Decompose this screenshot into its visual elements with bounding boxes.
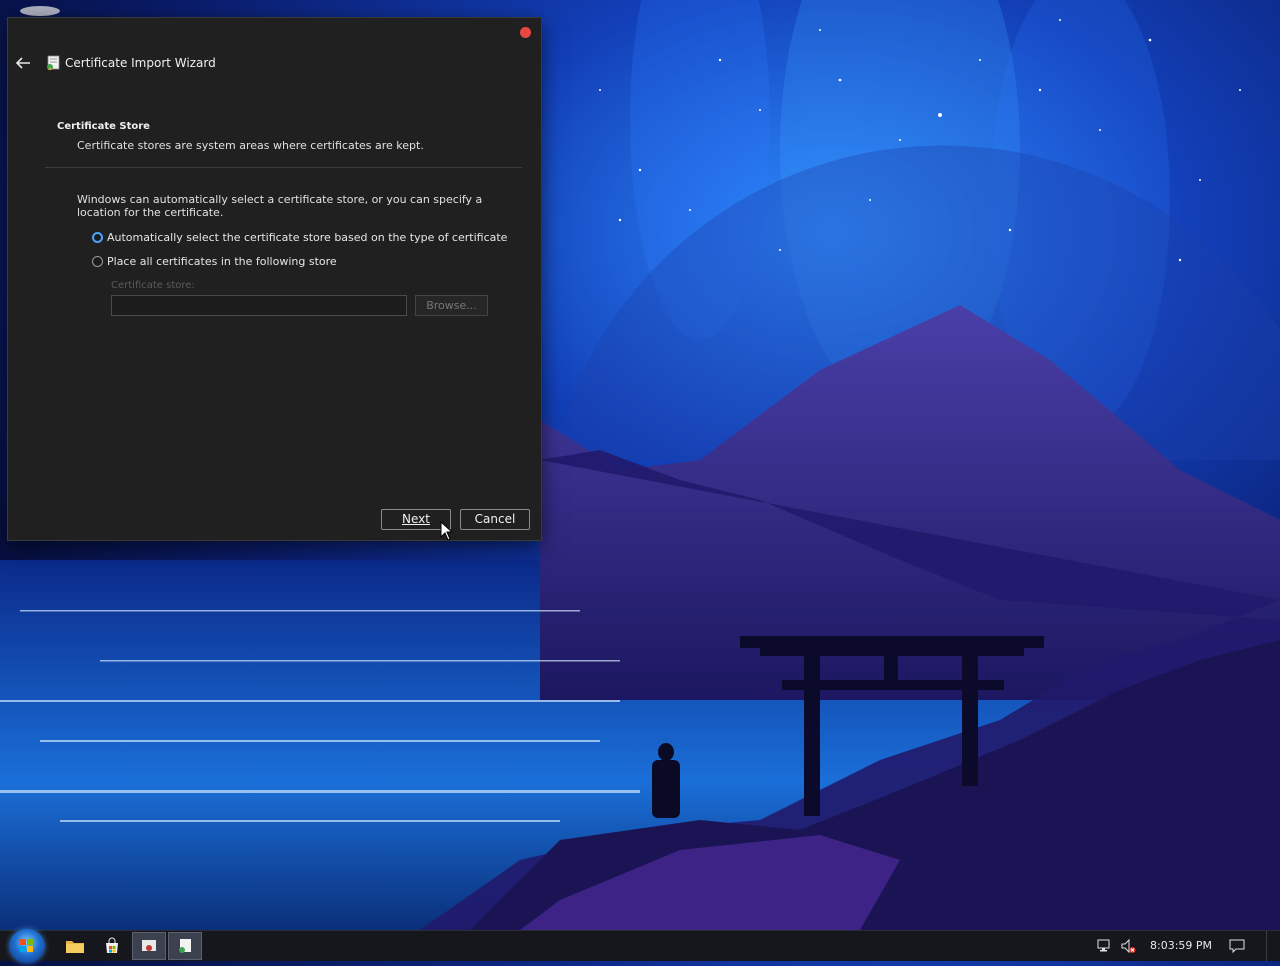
certificate-import-wizard-dialog: Certificate Import Wizard Certificate St… (8, 18, 541, 541)
place-in-store-option[interactable]: Place all certificates in the following … (92, 253, 337, 269)
action-center-icon[interactable] (1229, 938, 1245, 954)
auto-select-radio[interactable] (92, 231, 103, 243)
taskbar: 8:03:59 PM (0, 929, 1280, 963)
header-separator (45, 167, 522, 168)
certificate-wizard-icon[interactable] (168, 932, 202, 960)
place-in-store-label[interactable]: Place all certificates in the following … (107, 255, 337, 268)
recycle-bin-icon[interactable] (20, 6, 60, 16)
clock[interactable]: 8:03:59 PM (1150, 939, 1212, 952)
place-in-store-radio[interactable] (92, 255, 103, 267)
next-button-label: Next (402, 512, 430, 526)
certificate-store-label: Certificate store: (111, 280, 195, 291)
mouse-cursor-icon (440, 520, 454, 544)
section-title: Certificate Store (57, 121, 150, 132)
intro-text: Windows can automatically select a certi… (77, 193, 483, 219)
show-desktop-button[interactable] (1266, 931, 1280, 961)
store-icon[interactable] (100, 934, 124, 958)
section-description: Certificate stores are system areas wher… (77, 139, 424, 152)
close-button[interactable] (520, 27, 531, 38)
cancel-button[interactable]: Cancel (460, 509, 530, 530)
file-explorer-icon[interactable] (63, 934, 87, 958)
network-icon[interactable] (1097, 938, 1113, 954)
auto-select-option[interactable]: Automatically select the certificate sto… (92, 229, 507, 245)
certificate-icon (44, 54, 62, 72)
certificate-store-field (111, 295, 407, 316)
browse-button: Browse... (415, 295, 488, 316)
certificate-manager-icon[interactable] (132, 932, 166, 960)
volume-muted-icon[interactable] (1120, 938, 1136, 954)
back-arrow-icon[interactable] (14, 55, 32, 71)
wizard-title: Certificate Import Wizard (65, 56, 216, 70)
auto-select-label[interactable]: Automatically select the certificate sto… (107, 231, 507, 244)
start-button[interactable] (9, 929, 45, 963)
